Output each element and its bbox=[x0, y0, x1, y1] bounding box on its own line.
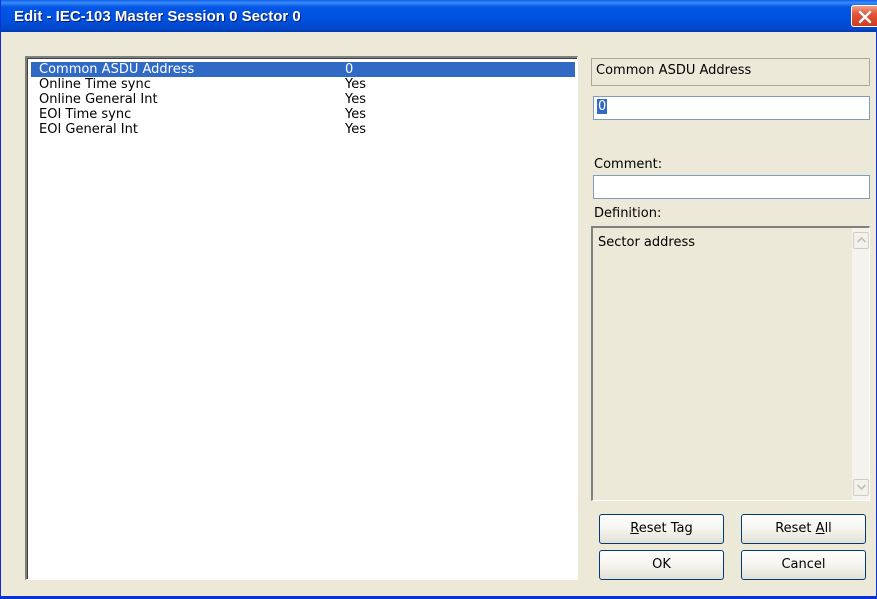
scroll-down-button[interactable] bbox=[853, 479, 869, 496]
list-item[interactable]: EOI Time sync Yes bbox=[31, 107, 575, 122]
scroll-down-arrow-icon bbox=[857, 484, 866, 490]
window-title: Edit - IEC-103 Master Session 0 Sector 0 bbox=[14, 8, 301, 25]
scroll-up-arrow-icon bbox=[857, 237, 866, 243]
parameter-name: EOI Time sync bbox=[39, 107, 132, 122]
parameter-list[interactable]: Common ASDU Address 0 Online Time sync Y… bbox=[25, 56, 578, 580]
parameter-value: Yes bbox=[345, 122, 366, 137]
value-input[interactable]: 0 bbox=[593, 96, 870, 120]
list-item[interactable]: Online Time sync Yes bbox=[31, 77, 575, 92]
reset-all-label-pre: Reset bbox=[775, 521, 816, 536]
reset-all-button[interactable]: Reset All bbox=[741, 514, 866, 544]
title-bar[interactable]: Edit - IEC-103 Master Session 0 Sector 0 bbox=[1, 0, 877, 32]
parameter-value: Yes bbox=[345, 92, 366, 107]
comment-input[interactable] bbox=[593, 175, 870, 199]
definition-label: Definition: bbox=[594, 206, 662, 221]
ok-button[interactable]: OK bbox=[599, 550, 724, 580]
list-item[interactable]: Common ASDU Address 0 bbox=[31, 62, 575, 77]
parameter-value: 0 bbox=[345, 62, 354, 77]
selected-field-title: Common ASDU Address bbox=[591, 58, 870, 86]
definition-box: Sector address bbox=[591, 226, 870, 501]
parameter-value: Yes bbox=[345, 107, 366, 122]
comment-label: Comment: bbox=[594, 157, 663, 172]
close-x-icon bbox=[858, 10, 872, 24]
edit-dialog: Edit - IEC-103 Master Session 0 Sector 0… bbox=[0, 0, 877, 599]
definition-text: Sector address bbox=[598, 235, 695, 250]
reset-tag-label-post: eset Tag bbox=[638, 521, 693, 536]
value-input-text: 0 bbox=[597, 99, 608, 114]
parameter-value: Yes bbox=[345, 77, 366, 92]
reset-all-mnemonic: A bbox=[815, 521, 825, 536]
parameter-name: EOI General Int bbox=[39, 122, 138, 137]
list-item[interactable]: EOI General Int Yes bbox=[31, 122, 575, 137]
reset-tag-button[interactable]: Reset Tag bbox=[599, 514, 724, 544]
reset-tag-mnemonic: R bbox=[630, 521, 639, 536]
list-item[interactable]: Online General Int Yes bbox=[31, 92, 575, 107]
scroll-up-button[interactable] bbox=[853, 232, 869, 249]
parameter-name: Online Time sync bbox=[39, 77, 151, 92]
parameter-name: Common ASDU Address bbox=[39, 62, 195, 77]
parameter-name: Online General Int bbox=[39, 92, 158, 107]
definition-scrollbar[interactable] bbox=[852, 228, 869, 500]
cancel-button[interactable]: Cancel bbox=[741, 550, 866, 580]
close-button[interactable] bbox=[851, 5, 877, 27]
reset-all-label-post: ll bbox=[824, 521, 832, 536]
